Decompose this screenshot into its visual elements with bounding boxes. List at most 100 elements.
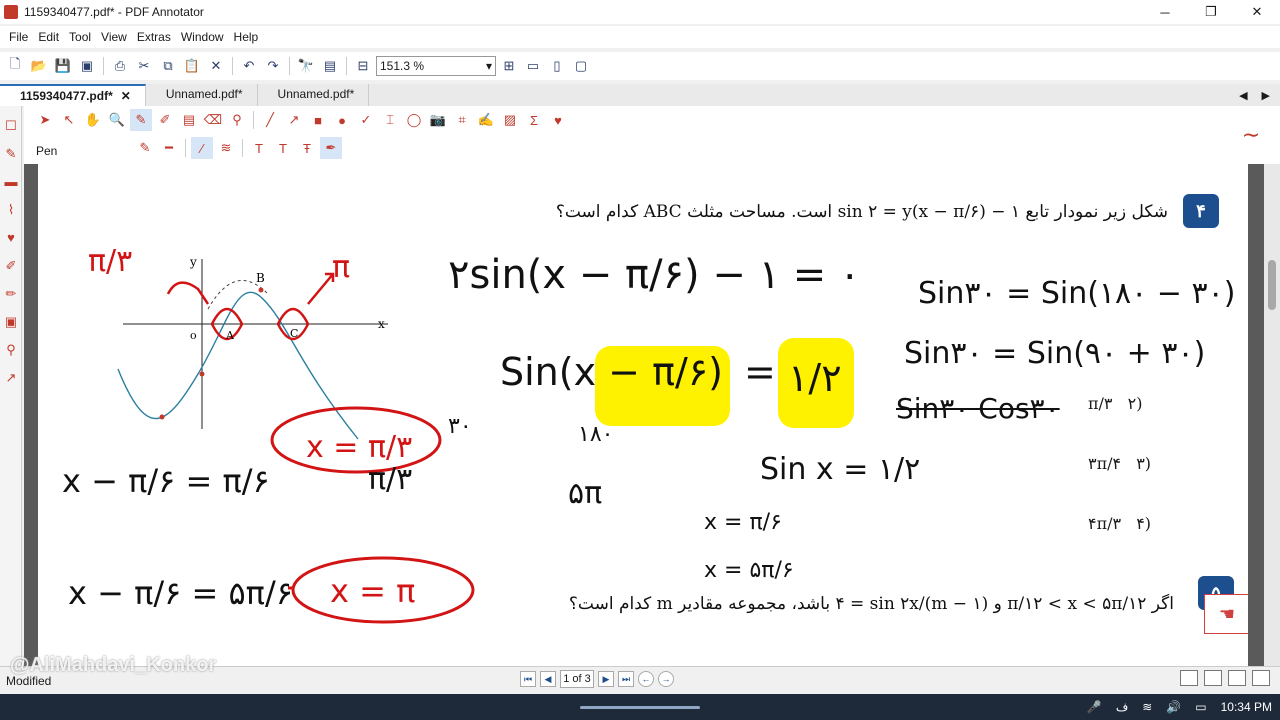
copy-icon[interactable]: ⧉: [157, 55, 179, 77]
select-object-icon[interactable]: ↖: [58, 109, 80, 131]
stamp-tool-icon[interactable]: ⚲: [226, 109, 248, 131]
text-box-icon[interactable]: ▣: [3, 314, 19, 330]
page-indicator[interactable]: 1 of 3: [560, 670, 594, 688]
folder-icon[interactable]: ▬: [3, 174, 19, 190]
line-tool-icon[interactable]: ╱: [259, 109, 281, 131]
text-format-icon[interactable]: T: [248, 137, 270, 159]
close-button[interactable]: ✕: [1234, 0, 1280, 24]
menu-edit[interactable]: Edit: [33, 30, 64, 44]
checkmark-tool-icon[interactable]: ✓: [355, 109, 377, 131]
delete-icon[interactable]: ✕: [205, 55, 227, 77]
close-tab-icon[interactable]: ✕: [121, 89, 131, 106]
crop-tool-icon[interactable]: ⌗: [451, 109, 473, 131]
minimize-button[interactable]: ─: [1142, 0, 1188, 24]
graph-y-label: y: [189, 255, 197, 269]
battery-icon[interactable]: ▭: [1195, 700, 1206, 714]
pen-tool-icon[interactable]: ✎: [130, 109, 152, 131]
maximize-button[interactable]: ❐: [1188, 0, 1234, 24]
keyboard-language-icon[interactable]: ف: [1116, 700, 1128, 714]
menu-file[interactable]: File: [4, 30, 33, 44]
arrow-tool-icon[interactable]: ↗: [283, 109, 305, 131]
open-folder-icon[interactable]: 📂: [28, 55, 50, 77]
magnifier-icon[interactable]: 🔍: [106, 109, 128, 131]
pen-color-icon[interactable]: ✎: [134, 137, 156, 159]
new-document-icon[interactable]: 🗋: [4, 55, 26, 77]
page-layout-icon[interactable]: ▤: [319, 55, 341, 77]
fit-width-icon[interactable]: ▯: [546, 55, 568, 77]
pen-preview[interactable]: ∼: [1222, 106, 1280, 164]
fit-page-icon[interactable]: ▭: [522, 55, 544, 77]
option-3-num: (۳: [1136, 454, 1152, 473]
grid-view-button[interactable]: [1252, 670, 1270, 686]
image-tool-icon[interactable]: ▨: [499, 109, 521, 131]
stamp-icon[interactable]: ⚲: [3, 342, 19, 358]
clock[interactable]: 10:34 PM: [1221, 700, 1272, 714]
menu-window[interactable]: Window: [176, 30, 229, 44]
toolbar-divider: [289, 57, 290, 75]
prev-page-button[interactable]: ◀: [540, 671, 556, 687]
full-screen-icon[interactable]: ▢: [570, 55, 592, 77]
menu-extras[interactable]: Extras: [132, 30, 176, 44]
microphone-icon[interactable]: 🎤: [1087, 700, 1102, 714]
select-arrow-icon[interactable]: ➤: [34, 109, 56, 131]
continuous-view-button[interactable]: [1204, 670, 1222, 686]
shape-recognition-icon[interactable]: ≋: [215, 137, 237, 159]
arrow-icon[interactable]: ↗: [3, 370, 19, 386]
stylus-icon[interactable]: ✒: [320, 137, 342, 159]
attachment-icon[interactable]: ⌇: [3, 202, 19, 218]
undo-icon[interactable]: ↶: [238, 55, 260, 77]
heart-tool-icon[interactable]: ♥: [547, 109, 569, 131]
zoom-out-icon[interactable]: ⊟: [352, 55, 374, 77]
two-page-view-button[interactable]: [1228, 670, 1246, 686]
save-as-icon[interactable]: ▣: [76, 55, 98, 77]
zoom-select[interactable]: 151.3 % ▾: [376, 56, 496, 76]
scrollbar-thumb[interactable]: [1268, 260, 1276, 310]
ellipse-tool-icon[interactable]: ●: [331, 109, 353, 131]
tab-scroll-left-icon[interactable]: ◀: [1239, 89, 1247, 102]
annotation-toolbar: ➤ ↖ ✋ 🔍 ✎ ✐ ▤ ⌫ ⚲ ╱ ↗ ■ ● ✓ ⌶ ◯ 📷 ⌗ ✍ ▨ …: [24, 106, 1244, 164]
highlighter-icon[interactable]: ✏: [3, 286, 19, 302]
menu-view[interactable]: View: [96, 30, 132, 44]
first-page-button[interactable]: ⏮: [520, 671, 536, 687]
sigma-tool-icon[interactable]: Σ: [523, 109, 545, 131]
camera-tool-icon[interactable]: 📷: [427, 109, 449, 131]
last-page-button[interactable]: ⏭: [618, 671, 634, 687]
text-underline-icon[interactable]: T: [272, 137, 294, 159]
eraser-tool-icon[interactable]: ⌫: [202, 109, 224, 131]
signature-tool-icon[interactable]: ✍: [475, 109, 497, 131]
menu-help[interactable]: Help: [229, 30, 264, 44]
tab-document-2[interactable]: Unnamed.pdf*: [146, 84, 258, 106]
panel-toggle-icon[interactable]: ☐: [3, 118, 19, 134]
marker-icon[interactable]: ✐: [3, 258, 19, 274]
find-icon[interactable]: 🔭: [295, 55, 317, 77]
pen-icon[interactable]: ✎: [3, 146, 19, 162]
wifi-icon[interactable]: ≋: [1142, 700, 1152, 714]
next-page-button[interactable]: ▶: [598, 671, 614, 687]
zoom-in-icon[interactable]: ⊞: [498, 55, 520, 77]
vertical-scrollbar[interactable]: [1264, 164, 1280, 666]
back-icon[interactable]: ←: [638, 671, 654, 687]
menu-tool[interactable]: Tool: [64, 30, 96, 44]
highlighter-tool-icon[interactable]: ✐: [154, 109, 176, 131]
forward-icon[interactable]: →: [658, 671, 674, 687]
hand-tool-icon[interactable]: ✋: [82, 109, 104, 131]
volume-icon[interactable]: 🔊: [1166, 700, 1181, 714]
line-style-icon[interactable]: ━: [158, 137, 180, 159]
text-strike-icon[interactable]: Ŧ: [296, 137, 318, 159]
handwritten-eq1: ۲sin(x − π/۶) − ۱ = ۰: [448, 252, 861, 298]
smooth-pen-icon[interactable]: ∕: [191, 137, 213, 159]
print-icon[interactable]: ⎙: [109, 55, 131, 77]
measure-tool-icon[interactable]: ⌶: [379, 109, 401, 131]
save-icon[interactable]: 💾: [52, 55, 74, 77]
single-page-view-button[interactable]: [1180, 670, 1198, 686]
tab-document-1[interactable]: 1159340477.pdf* ✕: [0, 84, 146, 106]
lasso-tool-icon[interactable]: ◯: [403, 109, 425, 131]
redo-icon[interactable]: ↷: [262, 55, 284, 77]
paste-icon[interactable]: 📋: [181, 55, 203, 77]
rectangle-tool-icon[interactable]: ■: [307, 109, 329, 131]
favorites-icon[interactable]: ♥: [3, 230, 19, 246]
text-tool-icon[interactable]: ▤: [178, 109, 200, 131]
tab-document-3[interactable]: Unnamed.pdf*: [258, 84, 370, 106]
tab-scroll-right-icon[interactable]: ▶: [1262, 89, 1270, 102]
cut-icon[interactable]: ✂: [133, 55, 155, 77]
